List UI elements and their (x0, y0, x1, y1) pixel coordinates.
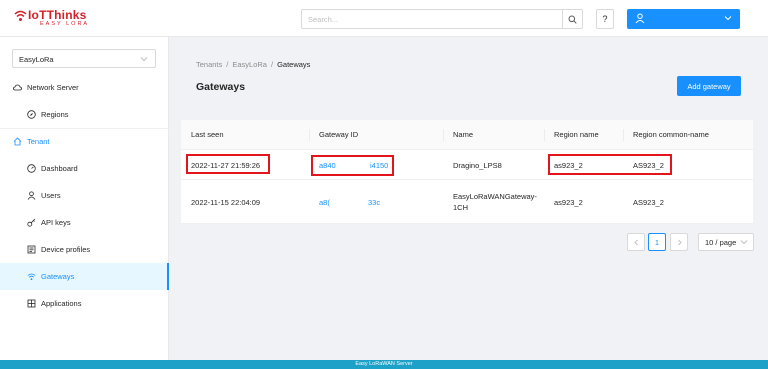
wifi-icon (27, 273, 36, 281)
breadcrumb-separator: / (270, 60, 274, 69)
help-button[interactable]: ? (596, 9, 614, 29)
sidebar-item-label: Regions (41, 110, 69, 119)
apps-grid-icon (27, 299, 36, 308)
sidebar-item-label: Users (41, 191, 61, 200)
iotthinks-logo[interactable]: IoTThinks EASY LORA (14, 8, 114, 32)
breadcrumb-tenants[interactable]: Tenants (196, 60, 222, 69)
column-header[interactable]: Region common-name (633, 130, 709, 139)
sidebar-item-label: Gateways (41, 272, 75, 281)
sidebar-item-label: Applications (41, 299, 82, 308)
column-divider (544, 129, 545, 141)
chevron-left-icon (633, 239, 638, 245)
name-cell: Dragino_LPS8 (453, 161, 502, 170)
page-size-value: 10 / page (705, 238, 737, 247)
sidebar-item-regions[interactable]: Regions (0, 101, 169, 128)
dashboard-icon (27, 164, 36, 173)
region-name-cell: as923_2 (554, 198, 583, 207)
top-bar: IoTThinks EASY LORA ? (0, 0, 768, 37)
column-header[interactable]: Name (453, 130, 473, 139)
column-divider (623, 129, 624, 141)
key-icon (27, 218, 36, 227)
chevron-down-icon (740, 240, 748, 245)
chevron-right-icon (677, 239, 682, 245)
tenant-select-value: EasyLoRa (19, 55, 54, 64)
last-seen-cell: 2022-11-15 22:04:09 (191, 198, 261, 207)
sidebar-item-network-server[interactable]: Network Server (0, 74, 169, 101)
add-gateway-button[interactable]: Add gateway (677, 76, 741, 96)
sidebar: EasyLoRa Network Server Regions Tenant D… (0, 37, 169, 360)
sidebar-item-api-keys[interactable]: API keys (0, 209, 169, 236)
highlight-box-gateway-id (311, 155, 394, 176)
user-menu-button[interactable] (627, 9, 740, 29)
profile-card-icon (27, 245, 36, 254)
sidebar-item-dashboard[interactable]: Dashboard (0, 155, 169, 182)
sidebar-item-users[interactable]: Users (0, 182, 169, 209)
highlight-box-last-seen (186, 154, 270, 174)
sidebar-item-device-profiles[interactable]: Device profiles (0, 236, 169, 263)
name-cell: EasyLoRaWANGateway- (453, 192, 537, 201)
chevron-down-icon (140, 57, 148, 62)
breadcrumb-separator: / (226, 60, 229, 69)
logo-subtext: EASY LORA (40, 21, 90, 27)
gateway-id-link[interactable]: 33c (368, 198, 380, 207)
sidebar-item-tenant[interactable]: Tenant (0, 128, 169, 155)
search-icon (568, 15, 577, 24)
sidebar-item-label: Tenant (27, 137, 50, 146)
column-header[interactable]: Last seen (191, 130, 224, 139)
home-icon (13, 137, 22, 146)
sidebar-item-label: Dashboard (41, 164, 78, 173)
column-header[interactable]: Gateway ID (319, 130, 358, 139)
tenant-select[interactable]: EasyLoRa (12, 49, 156, 68)
region-common-name-cell: AS923_2 (633, 198, 664, 207)
search-button[interactable] (562, 10, 582, 28)
breadcrumb-tenant[interactable]: EasyLoRa (232, 60, 267, 69)
compass-icon (27, 110, 36, 119)
sidebar-item-gateways[interactable]: Gateways (0, 263, 169, 290)
breadcrumb: Tenants / EasyLoRa / Gateways (196, 60, 310, 69)
sidebar-item-label: API keys (41, 218, 71, 227)
sidebar-item-label: Device profiles (41, 245, 91, 254)
chevron-down-icon (724, 16, 732, 21)
page-1-button[interactable]: 1 (648, 233, 666, 251)
table-row[interactable]: 2022-11-15 22:04:09 a8( 33c EasyLoRaWANG… (181, 180, 753, 224)
highlight-box-region (548, 154, 672, 175)
footer-bar: Easy LoRaWAN Server (0, 360, 768, 369)
sidebar-item-label: Network Server (27, 83, 79, 92)
column-divider (309, 129, 310, 141)
user-icon (635, 13, 645, 24)
column-header[interactable]: Region name (554, 130, 599, 139)
wifi-logo-icon (14, 10, 27, 21)
sidebar-item-applications[interactable]: Applications (0, 290, 169, 317)
gateway-id-link[interactable]: a8( (319, 198, 330, 207)
cloud-icon (13, 84, 22, 91)
table-header: Last seen Gateway ID Name Region name Re… (181, 120, 753, 150)
breadcrumb-current: Gateways (277, 60, 311, 69)
name-cell: 1CH (453, 203, 469, 212)
search-input[interactable] (302, 10, 563, 28)
next-page-button[interactable] (670, 233, 688, 251)
help-label: ? (602, 14, 608, 24)
user-icon (27, 191, 36, 200)
logo-text: IoTThinks (28, 8, 87, 22)
column-divider (443, 129, 444, 141)
prev-page-button[interactable] (627, 233, 645, 251)
search-box (301, 9, 583, 29)
page-size-select[interactable]: 10 / page (698, 233, 754, 251)
page-title: Gateways (196, 81, 246, 93)
